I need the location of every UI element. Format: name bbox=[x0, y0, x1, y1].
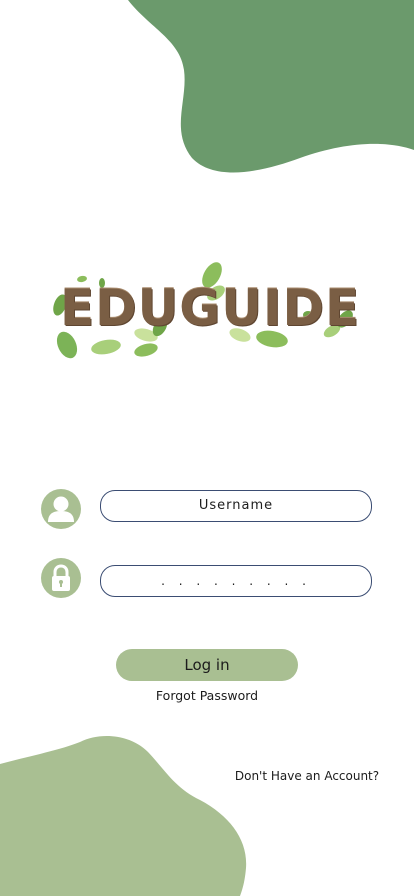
lock-icon bbox=[41, 558, 81, 598]
signup-link[interactable]: Don't Have an Account? bbox=[210, 769, 404, 783]
username-row: Username bbox=[0, 488, 414, 529]
forgot-password-link[interactable]: Forgot Password bbox=[130, 688, 284, 703]
password-field[interactable]: . . . . . . . . . bbox=[100, 565, 372, 597]
username-field[interactable]: Username bbox=[100, 490, 372, 522]
eduguide-logo: EDUGUIDE bbox=[40, 255, 370, 370]
top-decorative-blob bbox=[128, 0, 414, 173]
logo-text: EDUGUIDE bbox=[60, 279, 361, 337]
bottom-decorative-blob bbox=[0, 736, 247, 896]
login-button[interactable]: Log in bbox=[116, 649, 298, 681]
password-row: . . . . . . . . . bbox=[0, 558, 414, 600]
user-icon bbox=[41, 489, 81, 529]
